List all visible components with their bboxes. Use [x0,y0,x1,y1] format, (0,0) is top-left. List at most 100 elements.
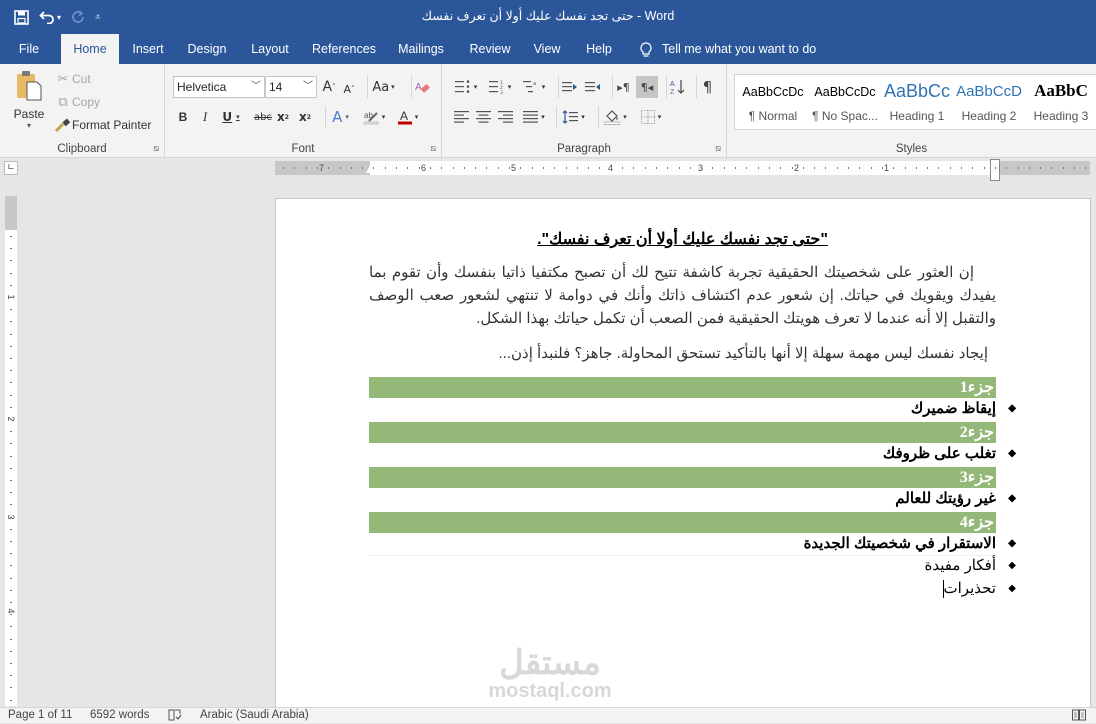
font-launcher-icon[interactable]: ⧅ [430,144,436,154]
borders-icon[interactable]: ▾ [634,106,668,128]
tab-design[interactable]: Design [180,34,234,64]
clipboard-launcher-icon[interactable]: ⧅ [153,144,159,154]
align-center-icon[interactable] [472,106,494,128]
paste-icon [14,70,44,105]
ruler-tick [418,167,420,169]
ruler-tick [10,297,12,298]
bullets-icon[interactable]: ▾ [450,76,482,98]
numbering-icon[interactable]: 1 2 3 ▾ [484,76,516,98]
tab-mailings[interactable]: Mailings [392,34,450,64]
paste-label: Paste [13,107,45,121]
style-heading-2[interactable]: AaBbCcD Heading 2 [953,75,1025,131]
shading-icon[interactable]: ▾ [598,106,632,128]
paste-dropdown-icon[interactable]: ▾ [27,121,31,130]
multilevel-list-icon[interactable]: a ▾ [518,76,550,98]
strikethrough-icon[interactable]: abc [253,106,273,128]
svg-text:3: 3 [500,90,503,94]
bold-icon[interactable]: B [175,106,191,128]
list-item: ◆ الاستقرار في شخصيتك الجديدة [369,533,1016,555]
ruler-tick [588,167,590,169]
ruler-tick [362,167,364,169]
format-painter-button[interactable]: Format Painter [54,116,151,134]
tab-help[interactable]: Help [580,34,618,64]
highlight-color-icon[interactable]: ab ▾ [359,106,389,128]
ruler-tick [938,167,940,169]
font-name-select[interactable]: Helvetica ﹀ [173,76,265,98]
ruler-tick [463,167,465,169]
copy-button[interactable]: ⧉ Copy [54,93,100,111]
svg-text:A: A [400,109,408,123]
decrease-indent-icon[interactable] [558,76,580,98]
ruler-tick [610,167,612,169]
left-to-right-icon[interactable]: ▸¶ [612,76,634,98]
show-hide-formatting-icon[interactable]: ¶ [696,76,718,98]
document-page[interactable]: "حتى تجد نفسك عليك أولا أن تعرف نفسك". إ… [275,198,1091,708]
tab-selector[interactable]: ∟ [4,161,18,175]
list-item-text: غير رؤيتك للعالم [895,490,996,507]
right-indent-marker[interactable] [990,159,1000,181]
paragraph-launcher-icon[interactable]: ⧅ [715,144,721,154]
chevron-down-icon: ﹀ [303,81,313,92]
align-left-icon[interactable] [450,106,472,128]
right-to-left-icon[interactable]: ¶◂ [636,76,658,98]
horizontal-ruler[interactable]: 7 6 5 4 3 2 1 [275,159,1090,181]
justify-icon[interactable]: ▾ [518,106,550,128]
shrink-font-icon[interactable]: A ˅ [340,78,358,100]
tab-home[interactable]: Home [61,34,119,64]
style-normal[interactable]: AaBbCcDc ¶ Normal [737,75,809,131]
page-count[interactable]: Page 1 of 11 [8,709,72,721]
font-color-icon[interactable]: A ▾ [393,106,423,128]
font-size-select[interactable]: 14 ﹀ [265,76,317,98]
list-item: ◆ إيقاظ ضميرك [369,398,1016,420]
tab-insert[interactable]: Insert [124,34,172,64]
ruler-tick [10,370,12,372]
clear-formatting-icon[interactable]: A [411,76,431,98]
ruler-tick [791,167,793,169]
style-heading-3[interactable]: AaBbC Heading 3 [1025,75,1096,131]
format-painter-label: Format Painter [72,118,152,132]
ruler-tick [350,167,352,169]
style-heading-1[interactable]: AaBbCc Heading 1 [881,75,953,131]
language-indicator[interactable]: Arabic (Saudi Arabia) [200,709,309,721]
ruler-tick [1085,167,1087,169]
grow-font-icon[interactable]: A ˄ [320,76,338,98]
text-effects-icon[interactable]: A ▾ [325,106,355,128]
clipboard-group-label: Clipboard [57,143,107,155]
word-count[interactable]: 6592 words [90,709,149,721]
tab-review[interactable]: Review [462,34,518,64]
font-group: Helvetica ﹀ 14 ﹀ A ˄ A ˅ Aa ▾ A B I U ▾ abc … [165,64,442,158]
ruler-tick [972,167,974,169]
ruler-tick [283,167,284,169]
ruler-tick [768,167,770,169]
tab-file[interactable]: File [8,34,50,64]
cut-button[interactable]: ✂ Cut [54,70,91,88]
tell-me-search[interactable]: Tell me what you want to do [640,34,816,64]
paste-button[interactable]: Paste ▾ [10,70,48,130]
line-spacing-icon[interactable]: ▾ [556,106,590,128]
ruler-tick [10,345,12,347]
align-right-icon[interactable] [494,106,516,128]
italic-icon[interactable]: I [197,106,213,128]
vertical-ruler[interactable]: 1 2 3 4 [5,196,17,706]
tab-references[interactable]: References [308,34,380,64]
proofing-icon[interactable] [168,709,182,724]
ruler-tick [10,675,12,677]
tab-view[interactable]: View [528,34,566,64]
ruler-tick [10,504,12,506]
ruler-tick [10,541,12,542]
style-no-spacing[interactable]: AaBbCcDc ¶ No Spac... [809,75,881,131]
ruler-tick [10,272,12,274]
ribbon-tabs: File Home Insert Design Layout Reference… [0,34,1096,64]
subscript-icon[interactable]: x2 [275,106,291,128]
underline-icon[interactable]: U ▾ [219,106,243,128]
tab-layout[interactable]: Layout [244,34,296,64]
read-mode-icon[interactable] [1072,709,1086,724]
superscript-icon[interactable]: x2 [297,106,313,128]
change-case-button[interactable]: Aa ▾ [367,76,399,98]
section-heading-4: جزء4 [369,512,996,533]
bullet-icon: ◆ [1008,538,1016,549]
ruler-tick [576,167,578,169]
increase-indent-icon[interactable] [582,76,604,98]
sort-icon[interactable]: AZ [666,76,688,98]
scissors-icon: ✂ [57,71,69,86]
